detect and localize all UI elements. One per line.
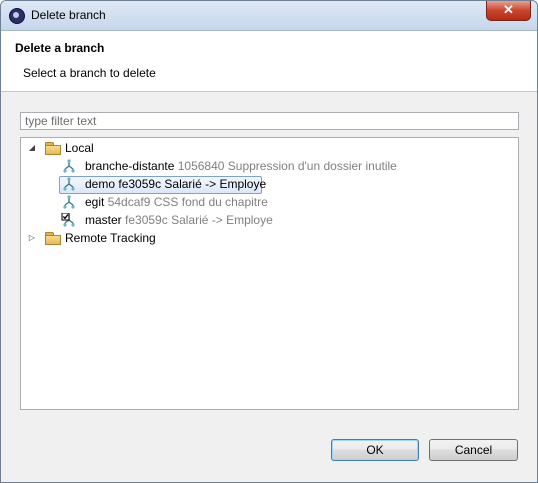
dialog-header: Delete a branch Select a branch to delet…	[1, 31, 537, 92]
branch-meta: 54dcaf9 CSS fond du chapitre	[107, 195, 268, 209]
branch-name: egit	[85, 195, 105, 209]
tree-label-local: Local	[65, 141, 94, 155]
branch-name: branche-distante	[85, 159, 175, 173]
eclipse-icon	[9, 8, 25, 24]
page-title: Delete a branch	[15, 41, 105, 55]
expanded-arrow-icon[interactable]: ◢	[27, 139, 37, 157]
branch-icon	[63, 195, 75, 209]
branch-icon	[63, 177, 75, 191]
cancel-button[interactable]: Cancel	[429, 439, 518, 461]
page-subtitle: Select a branch to delete	[23, 66, 156, 80]
filter-input[interactable]	[21, 113, 519, 128]
filter-field[interactable]	[20, 112, 519, 130]
branch-name: demo	[85, 177, 116, 191]
close-button[interactable]: ✕	[486, 1, 531, 21]
folder-open-icon	[45, 142, 61, 155]
branch-meta: 1056840 Suppression d'un dossier inutile	[177, 159, 397, 173]
branch-icon	[63, 159, 75, 173]
title-bar[interactable]: Delete branch ✕	[1, 1, 537, 31]
branch-name: master	[85, 213, 122, 227]
branch-meta: fe3059c Salarié -> Employe	[118, 177, 267, 191]
checked-out-branch-icon	[61, 213, 75, 227]
collapsed-arrow-icon[interactable]: ▷	[27, 229, 37, 247]
window-title: Delete branch	[31, 8, 106, 22]
delete-branch-dialog: Delete branch ✕ Delete a branch Select a…	[0, 0, 538, 483]
branch-tree[interactable]: ◢ Local branche-distante 1056840 Suppres…	[20, 137, 519, 410]
ok-button[interactable]: OK	[331, 439, 419, 461]
branch-meta: fe3059c Salarié -> Employe	[125, 213, 273, 227]
folder-icon	[45, 232, 61, 245]
tree-label-remote-tracking: Remote Tracking	[65, 231, 156, 245]
